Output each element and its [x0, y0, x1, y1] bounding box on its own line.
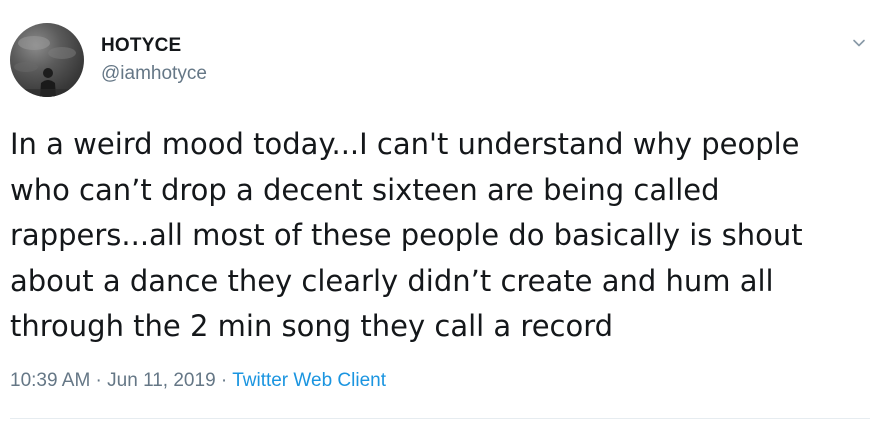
user-handle[interactable]: @iamhotyce: [101, 63, 207, 85]
tweet-text-line: who can’t drop a decent sixteen are bein…: [10, 172, 720, 207]
tweet-metadata: 10:39 AM · Jun 11, 2019 · Twitter Web Cl…: [10, 370, 386, 392]
tweet-time[interactable]: 10:39 AM: [10, 370, 90, 391]
tweet-text-line: about a dance they clearly didn’t create…: [10, 263, 774, 298]
chevron-down-icon[interactable]: [852, 36, 866, 50]
tweet-text-line: through the 2 min song they call a recor…: [10, 309, 614, 343]
avatar[interactable]: [10, 23, 84, 97]
tweet-text: In a weird mood today...I can't understa…: [10, 122, 850, 350]
avatar-photo-icon: [10, 36, 84, 97]
tweet-text-line: rappers...all most of these people do ba…: [10, 218, 803, 252]
meta-separator: ·: [215, 370, 233, 391]
meta-separator: ·: [90, 370, 108, 391]
tweet-source-link[interactable]: Twitter Web Client: [232, 370, 386, 391]
tweet-text-line: In a weird mood today...I can't understa…: [10, 127, 800, 161]
tweet-date[interactable]: Jun 11, 2019: [107, 370, 215, 391]
divider: [10, 418, 870, 419]
display-name[interactable]: HOTYCE: [101, 35, 181, 57]
tweet-card: HOTYCE @iamhotyce In a weird mood today.…: [0, 0, 870, 424]
